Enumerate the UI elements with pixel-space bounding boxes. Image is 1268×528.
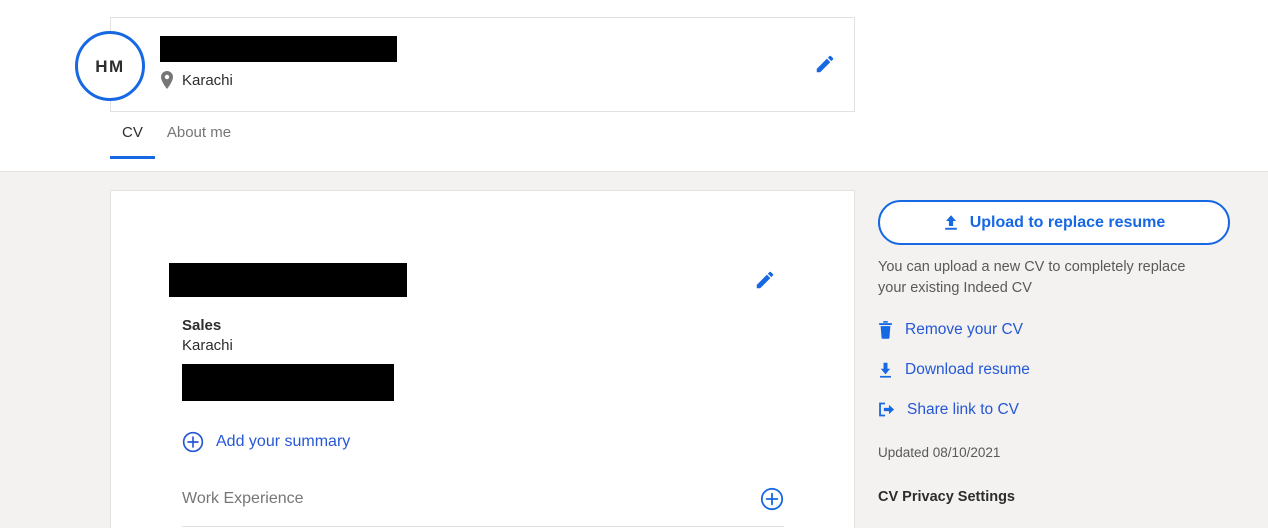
cv-name-redaction [169,263,407,297]
add-work-experience-button[interactable] [760,487,784,511]
tab-about-me-label: About me [166,124,232,141]
cv-actions-sidebar: Upload to replace resume You can upload … [878,200,1234,504]
share-link-label: Share link to CV [907,400,1019,418]
work-experience-section-header: Work Experience [182,487,784,527]
profile-location: Karachi [160,71,233,89]
profile-location-label: Karachi [182,71,233,89]
map-pin-icon [160,71,174,89]
share-exit-icon [878,401,895,418]
edit-profile-button[interactable] [814,53,836,75]
work-experience-title: Work Experience [182,490,304,507]
cv-contact-redaction [182,364,394,401]
plus-circle-icon [182,431,204,453]
tab-cv[interactable]: CV [110,124,155,159]
pencil-icon [754,269,776,291]
profile-card: Karachi [110,17,855,112]
profile-name-redaction [160,36,397,62]
upload-help-text: You can upload a new CV to completely re… [878,259,1186,297]
cv-privacy-settings-title: CV Privacy Settings [878,488,1015,505]
profile-tabs: CV About me [110,124,243,159]
download-resume-link[interactable]: Download resume [878,361,1030,379]
pencil-icon [814,53,836,75]
upload-replace-resume-label: Upload to replace resume [969,213,1166,231]
remove-cv-label: Remove your CV [905,321,1024,339]
tab-about-me[interactable]: About me [155,124,243,159]
page-root: Karachi HM CV About me Sales Karachi Add… [0,0,1268,528]
download-icon [878,361,893,379]
plus-circle-icon [760,487,784,511]
tab-cv-label: CV [122,124,143,141]
avatar-initials: HM [95,56,125,76]
updated-timestamp: Updated 08/10/2021 [878,445,1001,461]
header-band: Karachi HM CV About me [0,0,1268,172]
cv-card: Sales Karachi Add your summary Work Expe… [110,190,855,528]
edit-cv-header-button[interactable] [754,269,776,291]
upload-icon [943,214,959,231]
remove-cv-link[interactable]: Remove your CV [878,321,1023,339]
download-resume-label: Download resume [905,361,1030,379]
cv-job-title: Sales [182,317,222,334]
upload-replace-resume-button[interactable]: Upload to replace resume [878,200,1230,245]
share-link-to-cv-link[interactable]: Share link to CV [878,401,1019,418]
cv-city: Karachi [182,337,233,354]
add-summary-button[interactable]: Add your summary [182,431,350,453]
add-summary-label: Add your summary [216,433,351,450]
avatar: HM [75,31,145,101]
trash-icon [878,321,893,339]
